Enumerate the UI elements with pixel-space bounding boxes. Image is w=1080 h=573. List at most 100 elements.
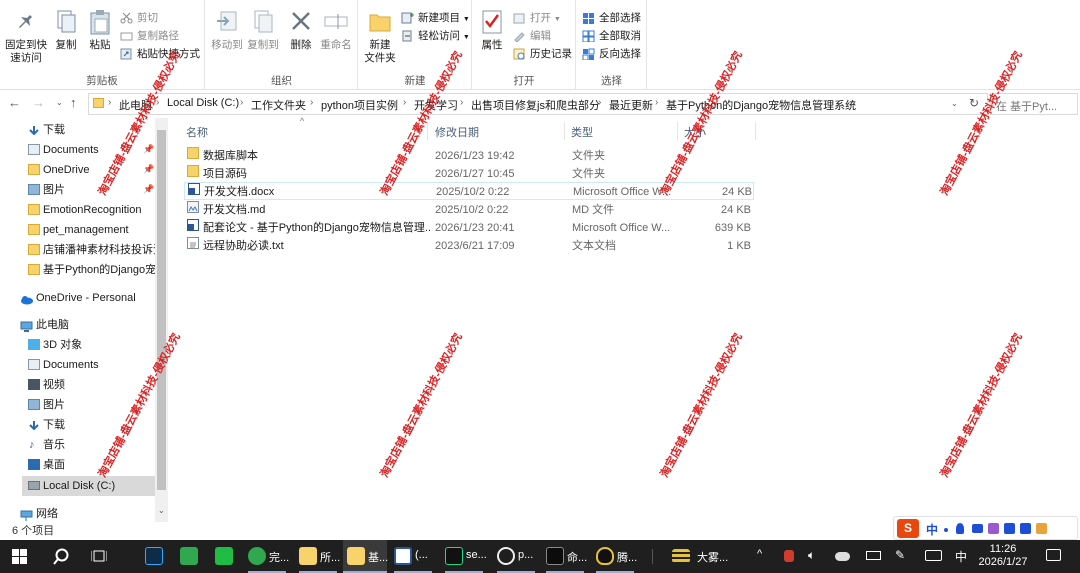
copy-button[interactable]: 复制	[52, 8, 80, 52]
forward-arrow-icon[interactable]: →	[32, 95, 45, 110]
cut-button[interactable]: 剪切	[120, 10, 158, 26]
nav-item-network[interactable]: 网络	[20, 504, 58, 522]
taskbar-app-3[interactable]: (...	[392, 540, 434, 573]
tray-overflow-icon[interactable]: ^	[757, 548, 762, 560]
new-folder-button[interactable]: 新建 文件夹	[363, 8, 397, 65]
pin-quick-access-button[interactable]: 固定到快 速访问	[4, 8, 48, 65]
taskbar-app-7[interactable]: 腾...	[594, 540, 637, 573]
microphone-icon[interactable]	[956, 523, 964, 534]
tray-app-icon[interactable]	[784, 550, 794, 562]
cloud-sync-icon[interactable]	[835, 552, 850, 561]
taskbar-iqiyi[interactable]	[212, 540, 236, 573]
nav-item-videos[interactable]: 视频	[28, 375, 65, 395]
column-header-name[interactable]: 名称	[186, 124, 208, 140]
crumb-separator[interactable]: ›	[460, 97, 463, 108]
nav-item-store-complaints[interactable]: 店铺潘神素材科技投诉资	[28, 240, 164, 260]
move-to-button[interactable]: 移动到	[210, 8, 244, 52]
rename-button[interactable]: 重命名	[318, 8, 354, 52]
crumb-sold-projects[interactable]: 出售项目修复js和爬虫部分	[471, 97, 600, 113]
crumb-work-folder[interactable]: 工作文件夹	[251, 97, 306, 113]
nav-item-music[interactable]: ♪ 音乐	[28, 435, 65, 455]
speaker-icon[interactable]: 🔈︎	[808, 548, 815, 563]
paste-shortcut-button[interactable]: 粘贴快捷方式	[120, 46, 200, 62]
copy-path-button[interactable]: 复制路径	[120, 28, 179, 44]
settings-grid-icon[interactable]	[1020, 523, 1031, 534]
scroll-down-icon[interactable]: ⌄	[158, 506, 165, 515]
table-row[interactable]: 数据库脚本 2026/1/23 19:42 文件夹	[184, 147, 754, 165]
column-header-type[interactable]: 类型	[571, 124, 593, 140]
crumb-separator[interactable]: ›	[240, 97, 243, 108]
crumb-current-folder[interactable]: 基于Python的Django宠物信息管理系统	[666, 97, 856, 113]
nav-item-local-disk[interactable]: Local Disk (C:)	[22, 476, 155, 496]
start-button[interactable]	[8, 540, 32, 573]
nav-item-onedrive-personal[interactable]: OneDrive - Personal	[20, 288, 136, 308]
nav-scrollbar[interactable]: ⌄	[155, 118, 168, 522]
taskbar-weather[interactable]: 大雾...	[670, 540, 728, 573]
select-none-button[interactable]: 全部取消	[582, 28, 641, 44]
taskbar-app-1[interactable]: 所...	[297, 540, 340, 573]
taskbar-app-5[interactable]: p...	[495, 540, 537, 573]
nav-item-downloads[interactable]: 下载	[28, 120, 65, 140]
taskbar-app-2[interactable]: 基...	[343, 540, 388, 573]
nav-item-pet-management[interactable]: pet_management	[28, 220, 129, 240]
nav-item-pc-documents[interactable]: Documents	[28, 355, 99, 375]
table-row[interactable]: 配套论文 - 基于Python的Django宠物信息管理... 2026/1/2…	[184, 219, 754, 237]
crumb-separator[interactable]: ›	[403, 97, 406, 108]
table-row[interactable]: 开发文档.md 2025/10/2 0:22 MD 文件 24 KB	[184, 201, 754, 219]
ime-language-label[interactable]: 中	[926, 521, 938, 538]
nav-item-pc-downloads[interactable]: 下载	[28, 415, 65, 435]
nav-item-django-pet[interactable]: 基于Python的Django宠	[28, 260, 156, 280]
taskbar-photoshop[interactable]	[142, 540, 166, 573]
invert-selection-button[interactable]: 反向选择	[582, 46, 641, 62]
touch-keyboard-icon[interactable]	[925, 550, 942, 561]
ime-toolbar[interactable]: S 中	[893, 516, 1078, 540]
nav-scrollbar-thumb[interactable]	[157, 130, 166, 490]
taskbar-app-0[interactable]: 完...	[246, 540, 289, 573]
search-button[interactable]	[46, 540, 74, 573]
nav-item-desktop[interactable]: 桌面	[28, 455, 65, 475]
clock[interactable]: 11:26 2026/1/27	[975, 543, 1031, 569]
open-button[interactable]: 打开 ▼	[513, 10, 561, 26]
nav-item-pictures[interactable]: 图片	[28, 180, 65, 200]
keyboard-icon[interactable]	[972, 524, 983, 533]
column-header-date[interactable]: 修改日期	[435, 124, 479, 140]
properties-button[interactable]: 属性	[477, 8, 507, 52]
notification-center-icon[interactable]	[1046, 549, 1061, 561]
taskbar-app-4[interactable]: se...	[443, 540, 487, 573]
toolbox-icon[interactable]	[1004, 523, 1015, 534]
crumb-separator[interactable]: ›	[655, 97, 658, 108]
history-button[interactable]: 历史记录	[513, 46, 572, 62]
punctuation-icon[interactable]	[944, 528, 948, 532]
ime-extra-icon[interactable]	[1036, 523, 1047, 534]
crumb-separator[interactable]: ›	[108, 97, 111, 108]
battery-icon[interactable]	[866, 551, 881, 560]
paste-button[interactable]: 粘贴	[86, 8, 114, 52]
crumb-local-disk[interactable]: Local Disk (C:)	[167, 97, 239, 109]
task-view-button[interactable]	[88, 540, 112, 573]
address-dropdown-icon[interactable]: ⌄	[951, 99, 958, 108]
nav-item-3d-objects[interactable]: 3D 对象	[28, 335, 82, 355]
taskbar-app-6[interactable]: 命...	[544, 540, 587, 573]
recent-dropdown-icon[interactable]: ⌄	[56, 98, 63, 107]
new-item-button[interactable]: 新建项目 ▼	[401, 10, 470, 26]
crumb-separator[interactable]: ›	[310, 97, 313, 108]
taskbar-app-green[interactable]	[177, 540, 201, 573]
easy-access-button[interactable]: 轻松访问 ▼	[401, 28, 470, 44]
pen-icon[interactable]: ✎	[895, 548, 905, 562]
back-arrow-icon[interactable]: ←	[8, 95, 21, 110]
up-arrow-icon[interactable]: ↑	[70, 95, 77, 110]
select-all-button[interactable]: 全部选择	[582, 10, 641, 26]
refresh-icon[interactable]: ↻	[969, 96, 979, 110]
sogou-logo-icon[interactable]: S	[897, 519, 919, 538]
edit-button[interactable]: 编辑	[513, 28, 551, 44]
nav-item-documents[interactable]: Documents	[28, 140, 99, 160]
nav-item-this-pc[interactable]: 此电脑	[20, 315, 69, 335]
address-bar[interactable]: › 此电脑 › Local Disk (C:) › 工作文件夹 › python…	[88, 93, 988, 115]
skin-icon[interactable]	[988, 523, 999, 534]
crumb-separator[interactable]: ›	[598, 97, 601, 108]
crumb-separator[interactable]: ›	[852, 97, 855, 108]
copy-to-button[interactable]: 复制到	[246, 8, 280, 52]
delete-button[interactable]: 删除	[286, 8, 316, 52]
nav-item-emotion[interactable]: EmotionRecognition	[28, 200, 141, 220]
nav-item-onedrive[interactable]: OneDrive	[28, 160, 89, 180]
